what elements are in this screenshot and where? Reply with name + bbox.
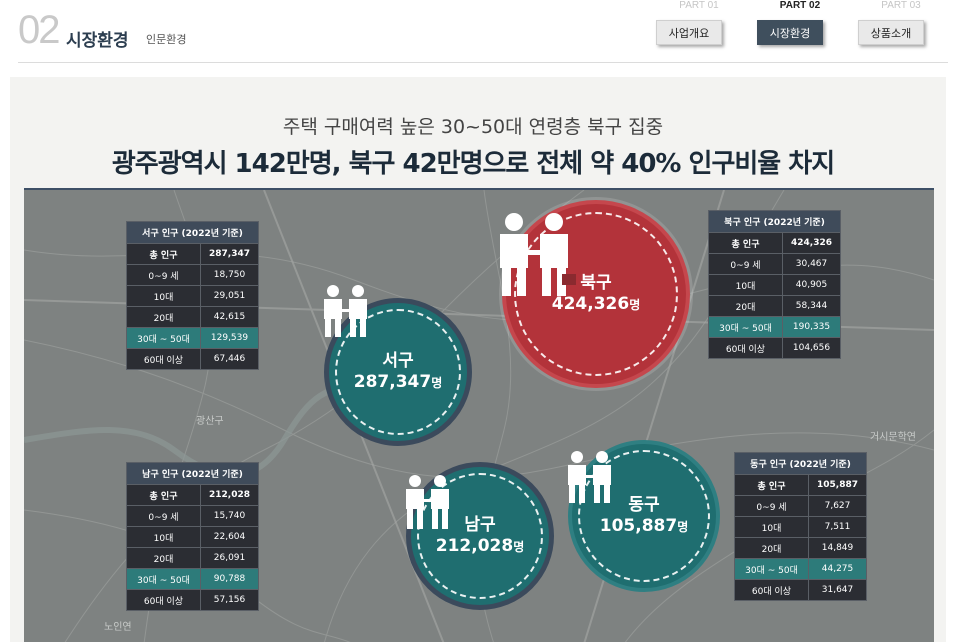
row-value: 67,446 xyxy=(200,348,259,370)
district-population-unit: 명 xyxy=(513,539,525,554)
row-key: 20대 xyxy=(126,306,201,328)
row-key: 30대 ~ 50대 xyxy=(708,316,783,338)
row-key: 60대 이상 xyxy=(126,589,201,611)
header-divider xyxy=(18,62,948,63)
row-value: 22,604 xyxy=(200,526,259,548)
row-value: 40,905 xyxy=(782,274,841,296)
district-population-number: 212,028 xyxy=(435,535,514,556)
row-key: 60대 이상 xyxy=(708,337,783,359)
row-value: 287,347 xyxy=(200,243,259,265)
district-population-unit: 명 xyxy=(431,375,443,390)
row-value: 15,740 xyxy=(200,505,259,527)
section-number: 02 xyxy=(18,8,60,52)
row-key: 총 인구 xyxy=(734,474,809,496)
table-donggu-population: 동구 인구 (2022년 기준) 총 인구 105,887 0~9 세 7,627 … xyxy=(734,452,867,601)
row-key: 10대 xyxy=(126,285,201,307)
row-value: 129,539 xyxy=(200,327,259,349)
district-name: 남구 xyxy=(464,514,496,535)
row-value: 424,326 xyxy=(782,232,841,254)
district-map: 광산구 거시문학연 노인연 서구 인구 (2022년 기준) 총 인구 287,3… xyxy=(24,188,934,642)
row-value: 30,467 xyxy=(782,253,841,275)
row-value: 105,887 xyxy=(808,474,867,496)
row-key: 30대 ~ 50대 xyxy=(126,568,201,590)
row-key: 0~9 세 xyxy=(126,264,201,286)
row-key: 총 인구 xyxy=(126,484,201,506)
table-bukgu-population: 북구 인구 (2022년 기준) 총 인구 424,326 0~9 세 30,467… xyxy=(708,210,841,359)
row-key: 10대 xyxy=(126,526,201,548)
row-value: 57,156 xyxy=(200,589,259,611)
row-value: 44,275 xyxy=(808,558,867,580)
district-population-unit: 명 xyxy=(677,519,689,534)
businessmen-handshake-icon xyxy=(568,451,611,503)
row-key: 60대 이상 xyxy=(126,348,201,370)
row-value: 190,335 xyxy=(782,316,841,338)
table-namgu-population: 남구 인구 (2022년 기준) 총 인구 212,028 0~9 세 15,740… xyxy=(126,462,259,611)
table-title: 동구 인구 (2022년 기준) xyxy=(734,452,867,475)
businessmen-handshake-icon xyxy=(500,213,576,296)
district-name: 서구 xyxy=(382,350,414,371)
row-value: 26,091 xyxy=(200,547,259,569)
headline-subtitle: 주택 구매여력 높은 30~50대 연령층 북구 집중 xyxy=(282,116,664,138)
headline-main: 광주광역시 142만명, 북구 42만명으로 전체 약 40% 인구비율 차지 xyxy=(111,149,835,179)
district-population: 287,347명 xyxy=(354,371,442,394)
row-key: 20대 xyxy=(734,537,809,559)
district-name: 북구 xyxy=(580,272,612,293)
district-population-unit: 명 xyxy=(629,297,641,312)
page-header: 02 시장환경 인문환경 PART 01 PART 02 PART 03 사업개… xyxy=(0,0,966,63)
row-value: 7,627 xyxy=(808,495,867,517)
row-value: 212,028 xyxy=(200,484,259,506)
tab-business-overview[interactable]: 사업개요 xyxy=(656,20,722,45)
table-title: 남구 인구 (2022년 기준) xyxy=(126,462,259,485)
row-key: 60대 이상 xyxy=(734,579,809,601)
district-population: 212,028명 xyxy=(436,535,524,558)
district-name: 동구 xyxy=(628,494,660,515)
table-title: 서구 인구 (2022년 기준) xyxy=(126,221,259,244)
row-key: 총 인구 xyxy=(126,243,201,265)
row-value: 14,849 xyxy=(808,537,867,559)
row-value: 90,788 xyxy=(200,568,259,590)
map-label-gwangsan: 광산구 xyxy=(196,416,224,427)
row-key: 10대 xyxy=(734,516,809,538)
row-key: 10대 xyxy=(708,274,783,296)
part-01-label: PART 01 xyxy=(679,0,719,11)
map-label-noin: 노인연 xyxy=(104,622,132,633)
businessmen-handshake-icon xyxy=(406,475,449,529)
row-value: 104,656 xyxy=(782,337,841,359)
businessmen-handshake-icon xyxy=(324,285,367,337)
row-key: 30대 ~ 50대 xyxy=(734,558,809,580)
section-subtitle: 인문환경 xyxy=(146,33,187,46)
part-02-label: PART 02 xyxy=(779,0,821,11)
section-title: 시장환경 xyxy=(66,31,129,51)
tab-product-intro[interactable]: 상품소개 xyxy=(858,20,924,45)
district-population-number: 287,347 xyxy=(353,371,432,392)
row-value: 58,344 xyxy=(782,295,841,317)
row-key: 총 인구 xyxy=(708,232,783,254)
district-population-number: 105,887 xyxy=(599,515,678,536)
row-key: 20대 xyxy=(126,547,201,569)
part-03-label: PART 03 xyxy=(881,0,921,11)
row-value: 42,615 xyxy=(200,306,259,328)
row-key: 0~9 세 xyxy=(126,505,201,527)
row-key: 30대 ~ 50대 xyxy=(126,327,201,349)
table-title: 북구 인구 (2022년 기준) xyxy=(708,210,841,233)
table-seogu-population: 서구 인구 (2022년 기준) 총 인구 287,347 0~9 세 18,750… xyxy=(126,221,259,370)
row-value: 7,511 xyxy=(808,516,867,538)
map-label-munhak: 거시문학연 xyxy=(870,432,916,443)
row-value: 18,750 xyxy=(200,264,259,286)
row-key: 20대 xyxy=(708,295,783,317)
row-key: 0~9 세 xyxy=(708,253,783,275)
row-key: 0~9 세 xyxy=(734,495,809,517)
district-population: 105,887명 xyxy=(600,515,688,538)
row-value: 31,647 xyxy=(808,579,867,601)
row-value: 29,051 xyxy=(200,285,259,307)
tab-market-environment[interactable]: 시장환경 xyxy=(757,20,823,45)
